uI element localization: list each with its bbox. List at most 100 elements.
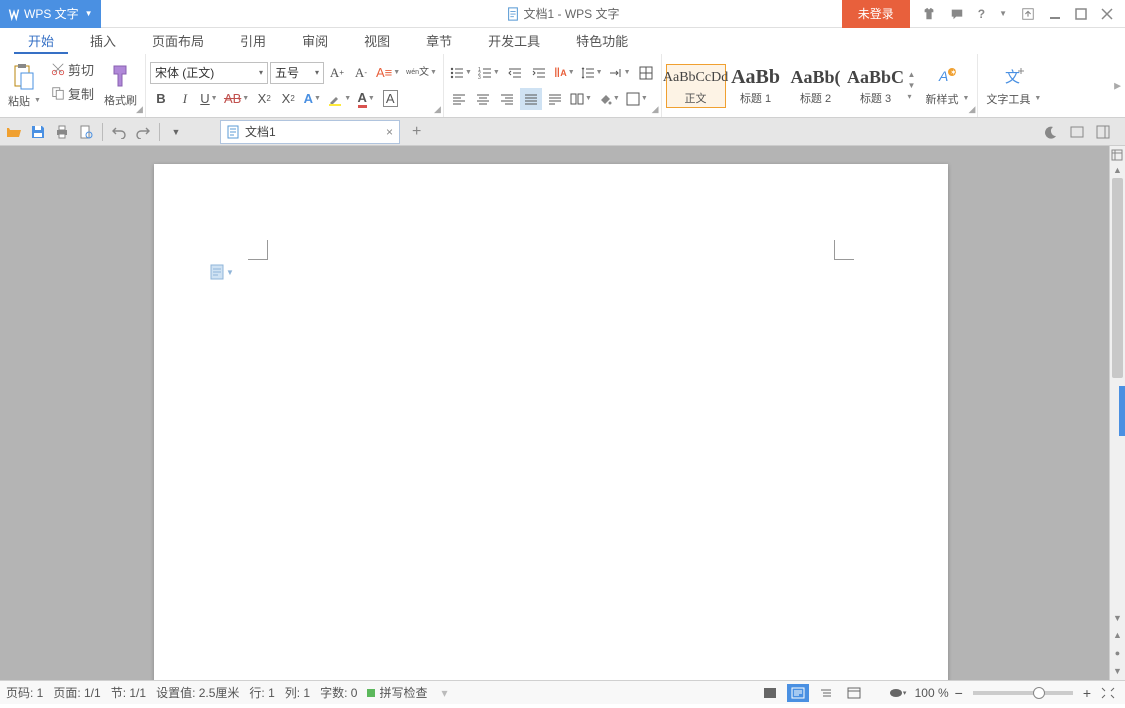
zoom-out-button[interactable]: − [955,685,963,701]
status-spellcheck[interactable]: 拼写检查 [367,684,427,701]
tab-start[interactable]: 开始 [10,27,72,54]
print-layout-view-button[interactable] [787,684,809,702]
feedback-icon[interactable] [950,7,964,21]
style-normal[interactable]: AaBbCcDd正文 [666,64,726,108]
status-page-number[interactable]: 页码: 1 [6,684,43,701]
style-prev-button[interactable]: ▲ [906,69,918,80]
text-direction-button[interactable]: ⅡA▼ [552,62,577,84]
borders-button[interactable]: ▼ [624,88,650,110]
document-tab[interactable]: 文档1 × [220,120,400,144]
document-area[interactable]: ▼ [0,146,1109,680]
open-button[interactable] [4,122,24,142]
print-preview-button[interactable] [76,122,96,142]
tab-references[interactable]: 引用 [222,27,284,54]
app-menu-button[interactable]: WPS 文字 ▼ [0,0,101,28]
borders-grid-button[interactable] [635,62,657,84]
browse-object-button[interactable]: ● [1115,644,1120,662]
shrink-font-button[interactable]: A- [350,62,372,84]
font-size-select[interactable]: 五号▾ [270,62,324,84]
zoom-slider[interactable] [973,691,1073,695]
style-heading1[interactable]: AaBb标题 1 [726,64,786,108]
superscript-button[interactable]: X2 [253,88,275,110]
shading-button[interactable]: ▼ [596,88,622,110]
print-button[interactable] [52,122,72,142]
scroll-down-button[interactable]: ▼ [1113,610,1122,626]
status-indent[interactable]: 设置值: 2.5厘米 [156,684,239,701]
font-launcher[interactable]: ◢ [434,104,441,115]
status-section[interactable]: 节: 1/1 [111,684,146,701]
eye-protect-button[interactable]: ▾ [887,684,909,702]
status-word-count[interactable]: 字数: 0 [320,684,357,701]
new-tab-button[interactable]: + [404,123,429,141]
style-next-button[interactable]: ▼ [906,80,918,91]
scroll-up-button[interactable]: ▲ [1113,162,1122,178]
zoom-in-button[interactable]: + [1083,685,1091,701]
close-button[interactable] [1101,8,1113,20]
close-tab-button[interactable]: × [386,125,393,139]
night-mode-button[interactable] [1041,122,1061,142]
line-spacing-button[interactable]: ▼ [579,62,605,84]
clipboard-launcher[interactable]: ◢ [136,104,143,115]
tab-devtools[interactable]: 开发工具 [470,27,558,54]
paragraph-launcher[interactable]: ◢ [652,104,659,115]
side-panel-handle[interactable] [1119,386,1125,436]
ruler-toggle-icon[interactable] [1110,148,1124,162]
style-heading2[interactable]: AaBb(标题 2 [786,64,846,108]
grow-font-button[interactable]: A+ [326,62,348,84]
style-heading3[interactable]: AaBbC标题 3 [846,64,906,108]
minimize-button[interactable] [1049,8,1061,20]
status-pages[interactable]: 页面: 1/1 [53,684,100,701]
format-painter-button[interactable]: 格式刷 [100,56,141,115]
text-effects-button[interactable]: A▼ [301,88,323,110]
cut-button[interactable]: 剪切 [49,58,96,80]
increase-indent-button[interactable] [528,62,550,84]
subscript-button[interactable]: X2 [277,88,299,110]
web-layout-view-button[interactable] [843,684,865,702]
read-mode-button[interactable] [1067,122,1087,142]
underline-button[interactable]: U▼ [198,88,220,110]
align-justify-button[interactable] [520,88,542,110]
save-button[interactable] [28,122,48,142]
tab-insert[interactable]: 插入 [72,27,134,54]
highlight-button[interactable]: ▼ [325,88,353,110]
upload-icon[interactable] [1021,7,1035,21]
align-center-button[interactable] [472,88,494,110]
char-border-button[interactable]: A [379,88,401,110]
help-button[interactable]: ? [978,7,985,21]
tab-view[interactable]: 视图 [346,27,408,54]
undo-button[interactable] [109,122,129,142]
font-color-button[interactable]: A▼ [355,88,377,110]
next-page-button[interactable]: ▼ [1113,662,1122,680]
text-tools-button[interactable]: 文 文字工具▼ [982,56,1045,115]
ribbon-expand-button[interactable]: ▶ [1114,80,1121,91]
zoom-knob[interactable] [1033,687,1045,699]
new-style-button[interactable]: A✶ 新样式▼ [921,65,973,107]
change-case-button[interactable]: A≡▼ [374,62,402,84]
tab-section[interactable]: 章节 [408,27,470,54]
login-button[interactable]: 未登录 [842,0,910,28]
status-line[interactable]: 行: 1 [249,684,274,701]
style-gallery-button[interactable]: ▾ [906,91,918,102]
styles-launcher[interactable]: ◢ [968,104,975,115]
copy-button[interactable]: 复制 [49,82,96,104]
paragraph-layout-button[interactable]: ▼ [568,88,594,110]
fit-window-button[interactable] [1097,684,1119,702]
decrease-indent-button[interactable] [504,62,526,84]
qat-customize-button[interactable]: ▼ [166,122,186,142]
paste-options-button[interactable]: ▼ [210,264,234,280]
prev-page-button[interactable]: ▲ [1113,626,1122,644]
outline-view-button[interactable] [815,684,837,702]
page[interactable]: ▼ [154,164,948,680]
strikethrough-button[interactable]: AB▼ [222,88,251,110]
align-distribute-button[interactable] [544,88,566,110]
numbering-button[interactable]: 123▼ [476,62,502,84]
status-column[interactable]: 列: 1 [285,684,310,701]
align-left-button[interactable] [448,88,470,110]
maximize-button[interactable] [1075,8,1087,20]
paste-button[interactable]: 粘贴▼ [4,56,45,115]
fullscreen-view-button[interactable] [759,684,781,702]
chevron-down-icon[interactable]: ▼ [999,9,1007,18]
tab-features[interactable]: 特色功能 [558,27,646,54]
tab-review[interactable]: 审阅 [284,27,346,54]
bold-button[interactable]: B [150,88,172,110]
